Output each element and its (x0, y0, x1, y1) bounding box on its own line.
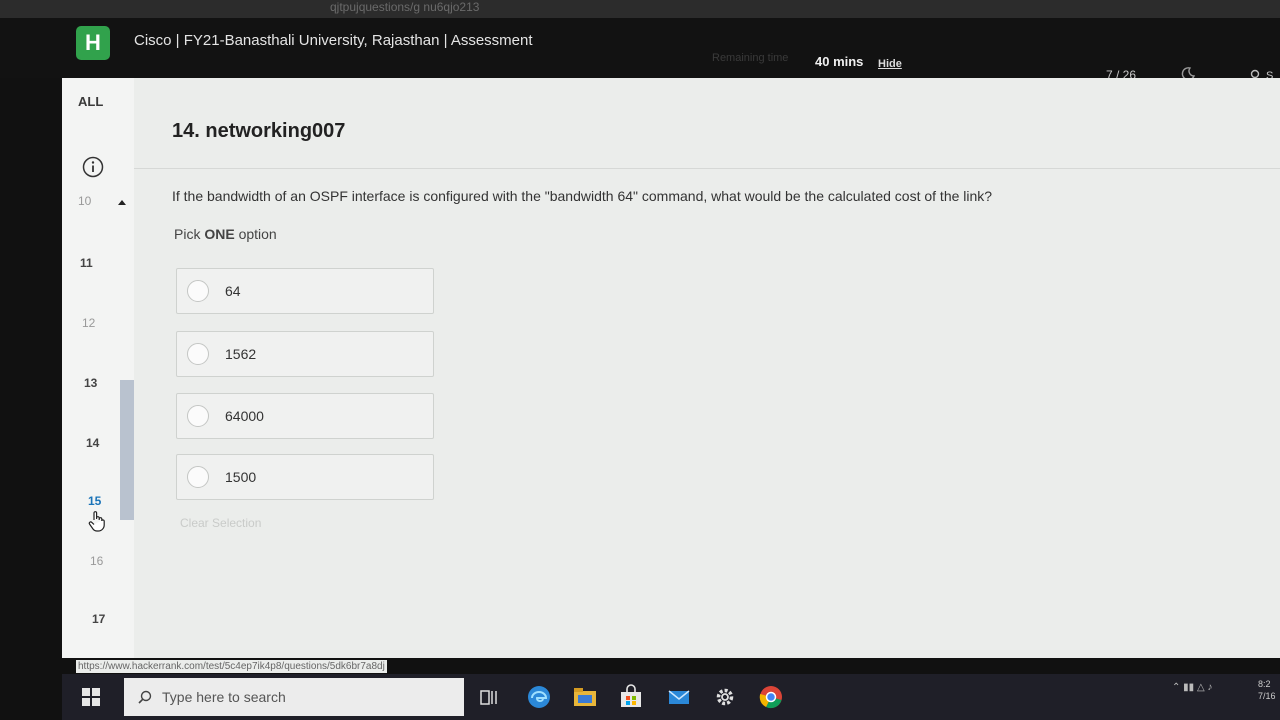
sidebar-question-13[interactable]: 13 (84, 376, 97, 390)
all-questions-tab[interactable]: ALL (78, 94, 103, 109)
mail-icon[interactable] (666, 684, 692, 710)
option-3[interactable]: 64000 (176, 393, 434, 439)
test-title: Cisco | FY21-Banasthali University, Raja… (134, 32, 533, 49)
status-bar-url: https://www.hackerrank.com/test/5c4ep7ik… (76, 660, 387, 673)
question-title: 14. networking007 (172, 120, 346, 142)
clock-date: 7/16 (1258, 691, 1276, 701)
option-radio[interactable] (187, 343, 209, 365)
question-panel: 14. networking007 If the bandwidth of an… (134, 78, 1280, 658)
remaining-time-label: Remaining time (712, 52, 789, 64)
pick-count: ONE (204, 226, 235, 242)
option-radio[interactable] (187, 466, 209, 488)
store-icon[interactable] (618, 684, 644, 710)
address-bar-fragment: qjtpujquestions/g nu6qjo213 (330, 0, 480, 14)
edge-browser-icon[interactable] (526, 684, 552, 710)
sidebar-question-10[interactable]: 10 (78, 194, 91, 208)
clock[interactable]: 8:2 7/16 (1258, 678, 1276, 702)
info-icon[interactable] (82, 156, 104, 178)
sidebar-question-14[interactable]: 14 (86, 436, 99, 450)
divider (134, 168, 1280, 169)
taskbar-search-box[interactable]: Type here to search (124, 678, 464, 716)
question-text: If the bandwidth of an OSPF interface is… (172, 188, 993, 204)
browser-top-strip: qjtpujquestions/g nu6qjo213 (0, 0, 1280, 18)
option-1[interactable]: 64 (176, 268, 434, 314)
option-radio[interactable] (187, 280, 209, 302)
search-icon (138, 690, 152, 704)
option-label: 1500 (225, 469, 257, 485)
windows-taskbar: Type here to search ⌃ ▮▮ △ ♪ 8:2 7/16 (62, 674, 1280, 720)
sidebar-question-12[interactable]: 12 (82, 316, 95, 330)
system-tray-icons[interactable]: ⌃ ▮▮ △ ♪ (1172, 682, 1212, 693)
sidebar-question-16[interactable]: 16 (90, 554, 103, 568)
clear-selection-button[interactable]: Clear Selection (180, 516, 261, 530)
clock-time: 8:2 (1258, 679, 1271, 689)
option-label: 64 (225, 283, 241, 299)
windows-start-icon[interactable] (82, 688, 100, 706)
scroll-up-arrow-icon[interactable] (118, 200, 126, 205)
sidebar-question-11[interactable]: 11 (80, 256, 93, 270)
question-sidebar: ALL 10 11 12 13 14 15 16 17 (62, 78, 134, 658)
option-4[interactable]: 1500 (176, 454, 434, 500)
option-label: 1562 (225, 346, 257, 362)
hackerrank-logo: H (76, 26, 110, 60)
option-radio[interactable] (187, 405, 209, 427)
pick-instruction: Pick ONE option (174, 226, 277, 242)
pick-suffix: option (234, 226, 277, 242)
option-2[interactable]: 1562 (176, 331, 434, 377)
timer: 40 mins (815, 54, 864, 69)
test-header: H Cisco | FY21-Banasthali University, Ra… (0, 18, 1280, 86)
pick-prefix: Pick (174, 226, 205, 242)
task-view-icon[interactable] (476, 684, 502, 710)
sidebar-scrollbar[interactable] (120, 380, 134, 520)
chrome-icon[interactable] (758, 684, 784, 710)
file-explorer-icon[interactable] (572, 684, 598, 710)
hide-timer-link[interactable]: Hide (878, 58, 902, 70)
settings-gear-icon[interactable] (712, 684, 738, 710)
search-placeholder: Type here to search (162, 689, 286, 705)
hand-pointer-icon (88, 511, 105, 532)
sidebar-question-17[interactable]: 17 (92, 612, 105, 626)
option-label: 64000 (225, 408, 264, 424)
sidebar-question-15[interactable]: 15 (88, 494, 101, 508)
